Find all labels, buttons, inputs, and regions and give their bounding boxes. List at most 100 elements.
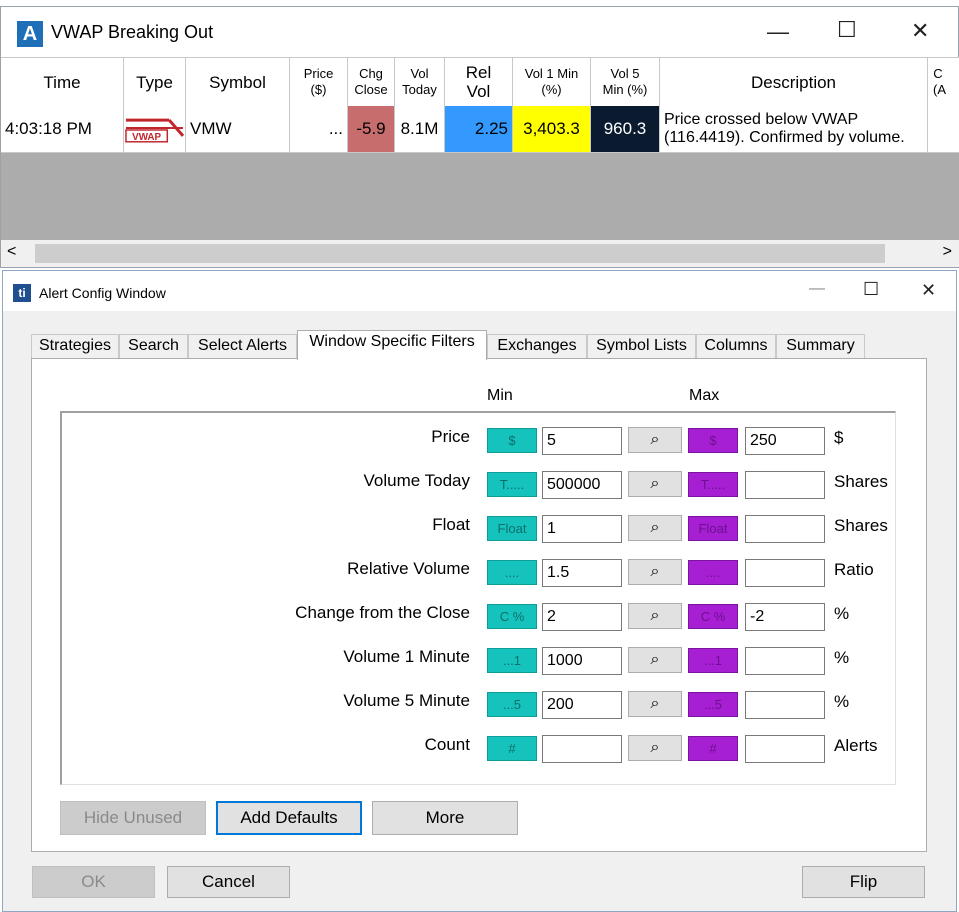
cell-vol-1min: 3,403.3	[513, 106, 591, 152]
cell-vol-today: 8.1M	[395, 106, 445, 152]
vwap-window: A VWAP Breaking Out — ☐ ✕ Time Type Symb…	[0, 6, 959, 268]
price-search-button[interactable]: ⌕	[628, 427, 682, 453]
tab-select-alerts[interactable]: Select Alerts	[188, 334, 297, 358]
hide-unused-button[interactable]: Hide Unused	[60, 801, 206, 835]
tab-symbol-lists[interactable]: Symbol Lists	[587, 334, 696, 358]
change-close-min-icon: C %	[487, 604, 537, 629]
table-row[interactable]: 4:03:18 PM VWAP VMW ... -5.9 8.1M 2.25 3…	[1, 106, 959, 153]
relative-volume-max-input[interactable]	[745, 559, 825, 587]
count-min-input[interactable]	[542, 735, 622, 763]
tab-search[interactable]: Search	[119, 334, 188, 358]
filter-label: Volume Today	[363, 471, 470, 490]
column-header-symbol[interactable]: Symbol	[186, 58, 290, 106]
column-header-vol-1min[interactable]: Vol 1 Min (%)	[513, 58, 591, 106]
scroll-right-arrow-icon[interactable]: >	[943, 243, 952, 261]
filter-label: Float	[432, 515, 470, 534]
filter-row-change-from-close: Change from the Close C % 2 ⌕ C % -2 %	[62, 601, 895, 631]
volume-today-max-icon: T.....	[688, 472, 738, 497]
price-max-input[interactable]: 250	[745, 427, 825, 455]
relative-volume-max-icon: ....	[688, 560, 738, 585]
change-close-search-button[interactable]: ⌕	[628, 603, 682, 629]
vwap-title-bar[interactable]: A VWAP Breaking Out — ☐ ✕	[1, 7, 958, 57]
column-header-time[interactable]: Time	[1, 58, 124, 106]
tab-strategies[interactable]: Strategies	[31, 334, 119, 358]
tab-summary[interactable]: Summary	[776, 334, 865, 358]
count-search-button[interactable]: ⌕	[628, 735, 682, 761]
config-minimize-button[interactable]: —	[809, 281, 825, 297]
relative-volume-search-button[interactable]: ⌕	[628, 559, 682, 585]
volume-1min-max-input[interactable]	[745, 647, 825, 675]
change-close-min-input[interactable]: 2	[542, 603, 622, 631]
filter-unit: $	[834, 428, 844, 447]
float-search-button[interactable]: ⌕	[628, 515, 682, 541]
float-max-input[interactable]	[745, 515, 825, 543]
column-header-price[interactable]: Price ($)	[290, 58, 348, 106]
column-header-vol-5min[interactable]: Vol 5 Min (%)	[591, 58, 660, 106]
search-icon: ⌕	[650, 651, 660, 668]
filters-list: Price $ 5 ⌕ $ 250 $ Volume Today T..... …	[60, 411, 896, 785]
minimize-button[interactable]: —	[767, 21, 789, 43]
volume-5min-search-button[interactable]: ⌕	[628, 691, 682, 717]
scroll-left-arrow-icon[interactable]: <	[7, 243, 16, 261]
volume-today-max-input[interactable]	[745, 471, 825, 499]
cell-price: ...	[290, 106, 348, 152]
tab-exchanges[interactable]: Exchanges	[487, 334, 587, 358]
cancel-button[interactable]: Cancel	[167, 866, 290, 898]
volume-1min-min-input[interactable]: 1000	[542, 647, 622, 675]
config-title-bar[interactable]: ti Alert Config Window — ☐ ✕	[3, 271, 956, 311]
ok-button[interactable]: OK	[32, 866, 155, 898]
volume-5min-max-input[interactable]	[745, 691, 825, 719]
change-close-max-icon: C %	[688, 604, 738, 629]
dollar-min-icon: $	[487, 428, 537, 453]
price-min-input[interactable]: 5	[542, 427, 622, 455]
volume-today-min-input[interactable]: 500000	[542, 471, 622, 499]
column-header-vol-today-label: Vol Today	[402, 66, 437, 97]
volume-today-search-button[interactable]: ⌕	[628, 471, 682, 497]
add-defaults-button[interactable]: Add Defaults	[216, 801, 362, 835]
cell-time: 4:03:18 PM	[1, 106, 124, 152]
config-maximize-button[interactable]: ☐	[863, 280, 879, 298]
volume-1min-min-icon: ...1	[487, 648, 537, 673]
cell-type: VWAP	[124, 106, 186, 152]
tab-columns[interactable]: Columns	[696, 334, 776, 358]
filter-row-volume-1-minute: Volume 1 Minute ...1 1000 ⌕ ...1 %	[62, 645, 895, 675]
flip-button[interactable]: Flip	[802, 866, 925, 898]
column-header-extra[interactable]: C (A	[928, 58, 959, 106]
filter-row-relative-volume: Relative Volume .... 1.5 ⌕ .... Ratio	[62, 557, 895, 587]
count-max-input[interactable]	[745, 735, 825, 763]
column-header-rel-vol[interactable]: Rel Vol	[445, 58, 513, 106]
filter-unit: Shares	[834, 516, 888, 535]
app-logo-icon: A	[17, 21, 43, 47]
float-min-icon: Float	[487, 516, 537, 541]
filter-unit: Alerts	[834, 736, 878, 755]
scrollbar-thumb[interactable]	[35, 244, 885, 263]
column-header-vol-today[interactable]: Vol Today	[395, 58, 445, 106]
float-max-icon: Float	[688, 516, 738, 541]
float-min-input[interactable]: 1	[542, 515, 622, 543]
maximize-button[interactable]: ☐	[837, 19, 857, 41]
volume-1min-search-button[interactable]: ⌕	[628, 647, 682, 673]
column-header-type[interactable]: Type	[124, 58, 186, 106]
tab-window-specific-filters[interactable]: Window Specific Filters	[297, 330, 487, 360]
filter-unit: Shares	[834, 472, 888, 491]
close-button[interactable]: ✕	[911, 20, 929, 42]
volume-1min-max-icon: ...1	[688, 648, 738, 673]
filter-label: Count	[424, 735, 470, 754]
change-close-max-input[interactable]: -2	[745, 603, 825, 631]
volume-5min-min-input[interactable]: 200	[542, 691, 622, 719]
grid-header-row: Time Type Symbol Price ($) Chg Close Vol…	[1, 57, 959, 107]
cell-rel-vol: 2.25	[445, 106, 513, 152]
dollar-max-icon: $	[688, 428, 738, 453]
horizontal-scrollbar[interactable]: < >	[1, 240, 959, 267]
column-header-chg-close[interactable]: Chg Close	[348, 58, 395, 106]
ti-logo-icon: ti	[13, 284, 31, 302]
more-button[interactable]: More	[372, 801, 518, 835]
column-header-rel-vol-label: Rel Vol	[465, 63, 492, 101]
column-header-description[interactable]: Description	[660, 58, 928, 106]
relative-volume-min-input[interactable]: 1.5	[542, 559, 622, 587]
cell-vol-5min: 960.3	[591, 106, 660, 152]
config-close-button[interactable]: ✕	[921, 281, 936, 299]
vwap-breakout-icon: VWAP	[125, 118, 185, 143]
count-min-icon: #	[487, 736, 537, 761]
cell-symbol: VMW	[186, 106, 290, 152]
